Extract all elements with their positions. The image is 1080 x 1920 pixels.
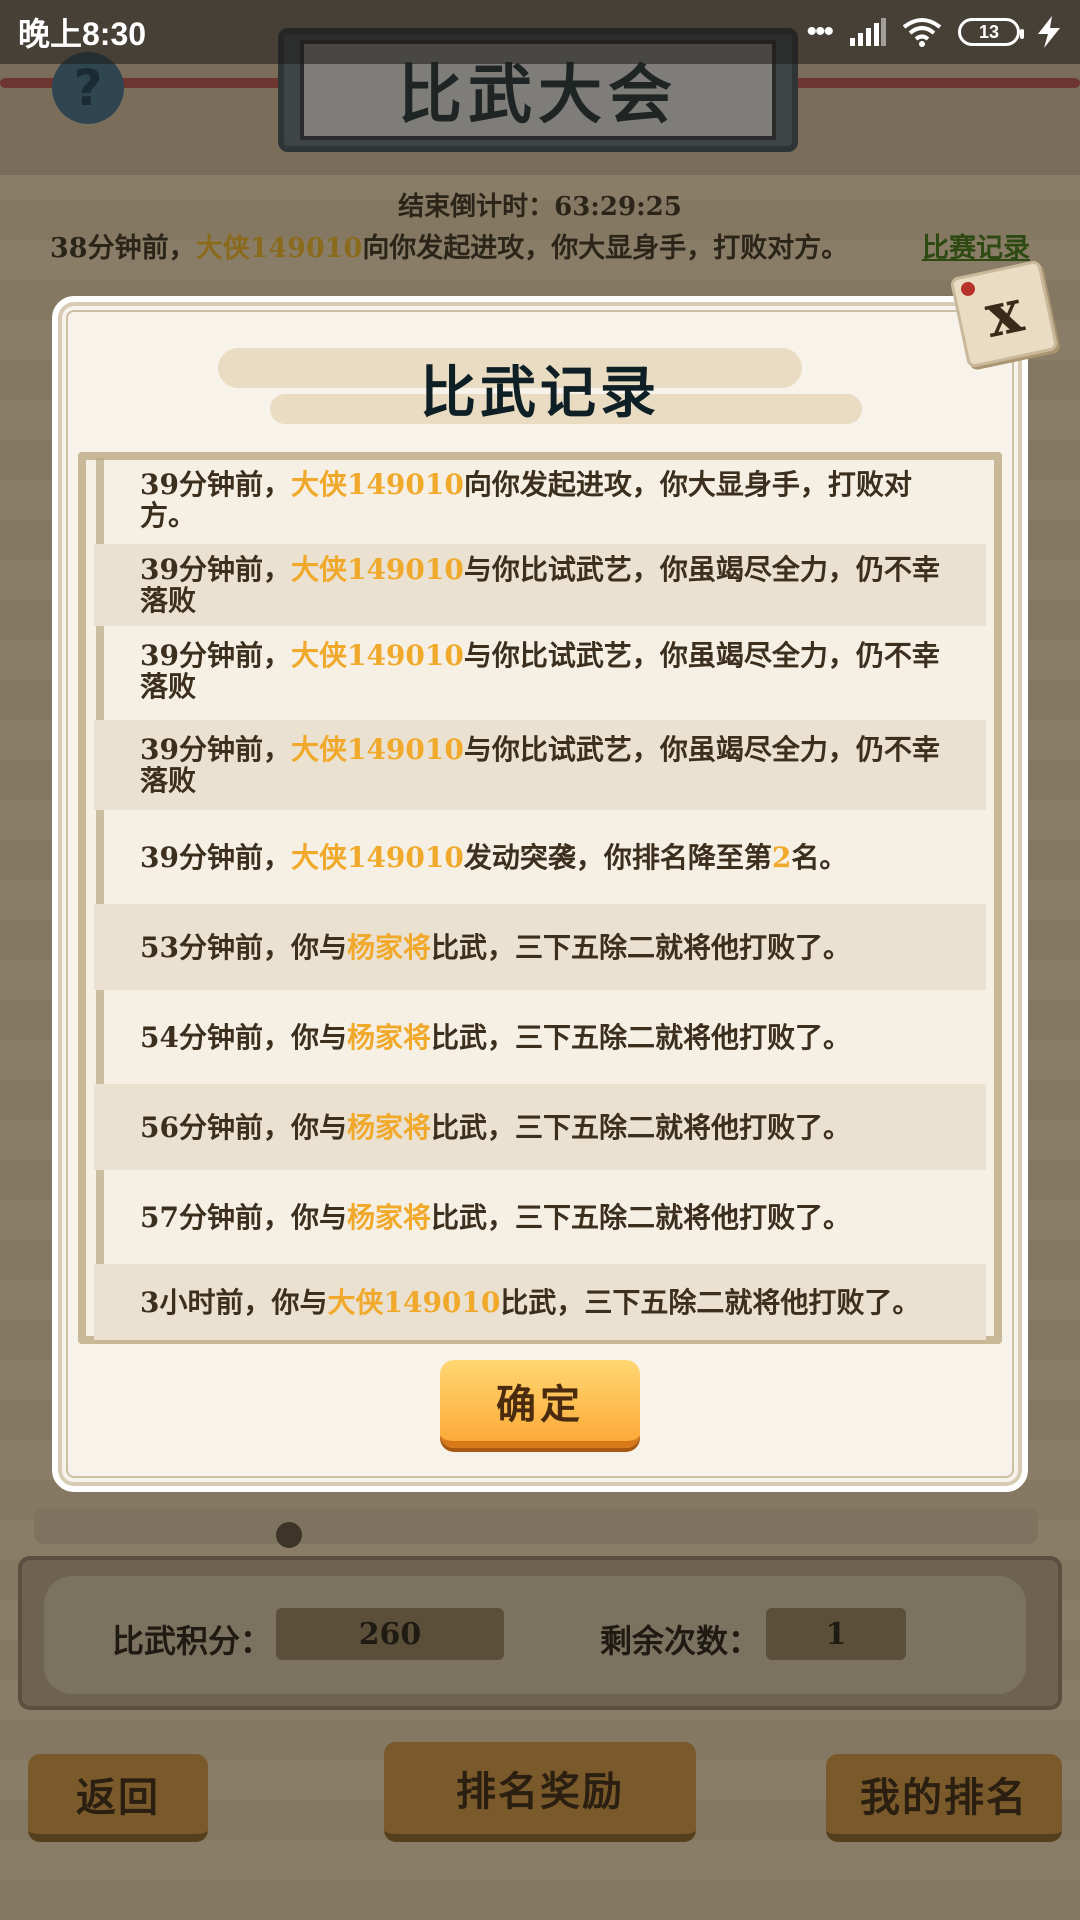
countdown-timer: 结束倒计时：63:29:25 — [398, 192, 682, 222]
cell-signal-icon — [850, 18, 886, 46]
status-icons: ••• 13 — [806, 15, 1062, 49]
latest-suffix: 向你发起进攻，你大显身手，打败对方。 — [362, 233, 849, 264]
opponent-name: 杨家将 — [346, 1110, 431, 1144]
record-item: 57分钟前，你与杨家将比武，三下五除二就将他打败了。 — [140, 1200, 851, 1234]
opponent-name: 大侠149010 — [290, 553, 464, 586]
charging-icon — [1038, 16, 1060, 48]
remaining-label: 剩余次数： — [600, 1622, 761, 1660]
remaining-value: 1 — [766, 1608, 906, 1660]
background-bar — [34, 1508, 1038, 1544]
rank-rewards-button[interactable]: 排名奖励 — [384, 1742, 696, 1842]
status-time: 晚上8:30 — [18, 16, 147, 52]
record-item: 39分钟前，大侠149010发动突袭，你排名降至第2名。 — [140, 840, 848, 874]
latest-opponent-name: 大侠149010 — [195, 233, 363, 264]
record-item: 53分钟前，你与杨家将比武，三下五除二就将他打败了。 — [94, 904, 986, 990]
opponent-name: 大侠149010 — [290, 639, 464, 672]
status-bar: 晚上8:30 ••• 13 — [0, 0, 1080, 64]
battery-icon: 13 — [958, 18, 1024, 46]
opponent-name: 杨家将 — [346, 1020, 431, 1054]
record-item: 3小时前，你与大侠149010比武，三下五除二就将他打败了。 — [94, 1264, 986, 1340]
more-dots-icon: ••• — [806, 15, 833, 48]
opponent-name: 大侠149010 — [290, 733, 464, 766]
battery-level: 13 — [978, 21, 1000, 42]
rope-right — [780, 78, 1080, 88]
opponent-name: 大侠149010 — [327, 1285, 501, 1319]
background-dot — [276, 1522, 302, 1548]
score-label: 比武积分： — [112, 1622, 273, 1660]
battle-record-link[interactable]: 比赛记录 — [922, 226, 1030, 265]
record-item: 56分钟前，你与杨家将比武，三下五除二就将他打败了。 — [94, 1084, 986, 1170]
modal-title: 比武记录 — [420, 360, 660, 426]
my-rank-button[interactable]: 我的排名 — [826, 1754, 1062, 1842]
wifi-icon — [902, 18, 942, 47]
score-value: 260 — [276, 1608, 504, 1660]
record-item: 39分钟前，大侠149010与你比试武艺，你虽竭尽全力，仍不幸落败 — [140, 639, 940, 703]
record-item: 39分钟前，大侠149010向你发起进攻，你大显身手，打败对方。 — [140, 468, 912, 532]
latest-battle-line: 38分钟前，大侠149010向你发起进攻，你大显身手，打败对方。 比赛记录 — [50, 226, 1030, 265]
opponent-name: 杨家将 — [346, 930, 431, 964]
confirm-button[interactable]: 确定 — [440, 1360, 640, 1448]
rope-left — [0, 78, 300, 88]
opponent-name: 杨家将 — [346, 1200, 431, 1234]
rank-number: 2 — [771, 840, 792, 874]
record-item: 39分钟前，大侠149010与你比试武艺，你虽竭尽全力，仍不幸落败 — [94, 720, 986, 810]
record-item: 54分钟前，你与杨家将比武，三下五除二就将他打败了。 — [140, 1020, 851, 1054]
back-button[interactable]: 返回 — [28, 1754, 208, 1842]
opponent-name: 大侠149010 — [290, 840, 464, 874]
opponent-name: 大侠149010 — [290, 468, 464, 501]
record-item: 39分钟前，大侠149010与你比试武艺，你虽竭尽全力，仍不幸落败 — [94, 544, 986, 626]
latest-prefix: 38分钟前， — [50, 233, 196, 264]
